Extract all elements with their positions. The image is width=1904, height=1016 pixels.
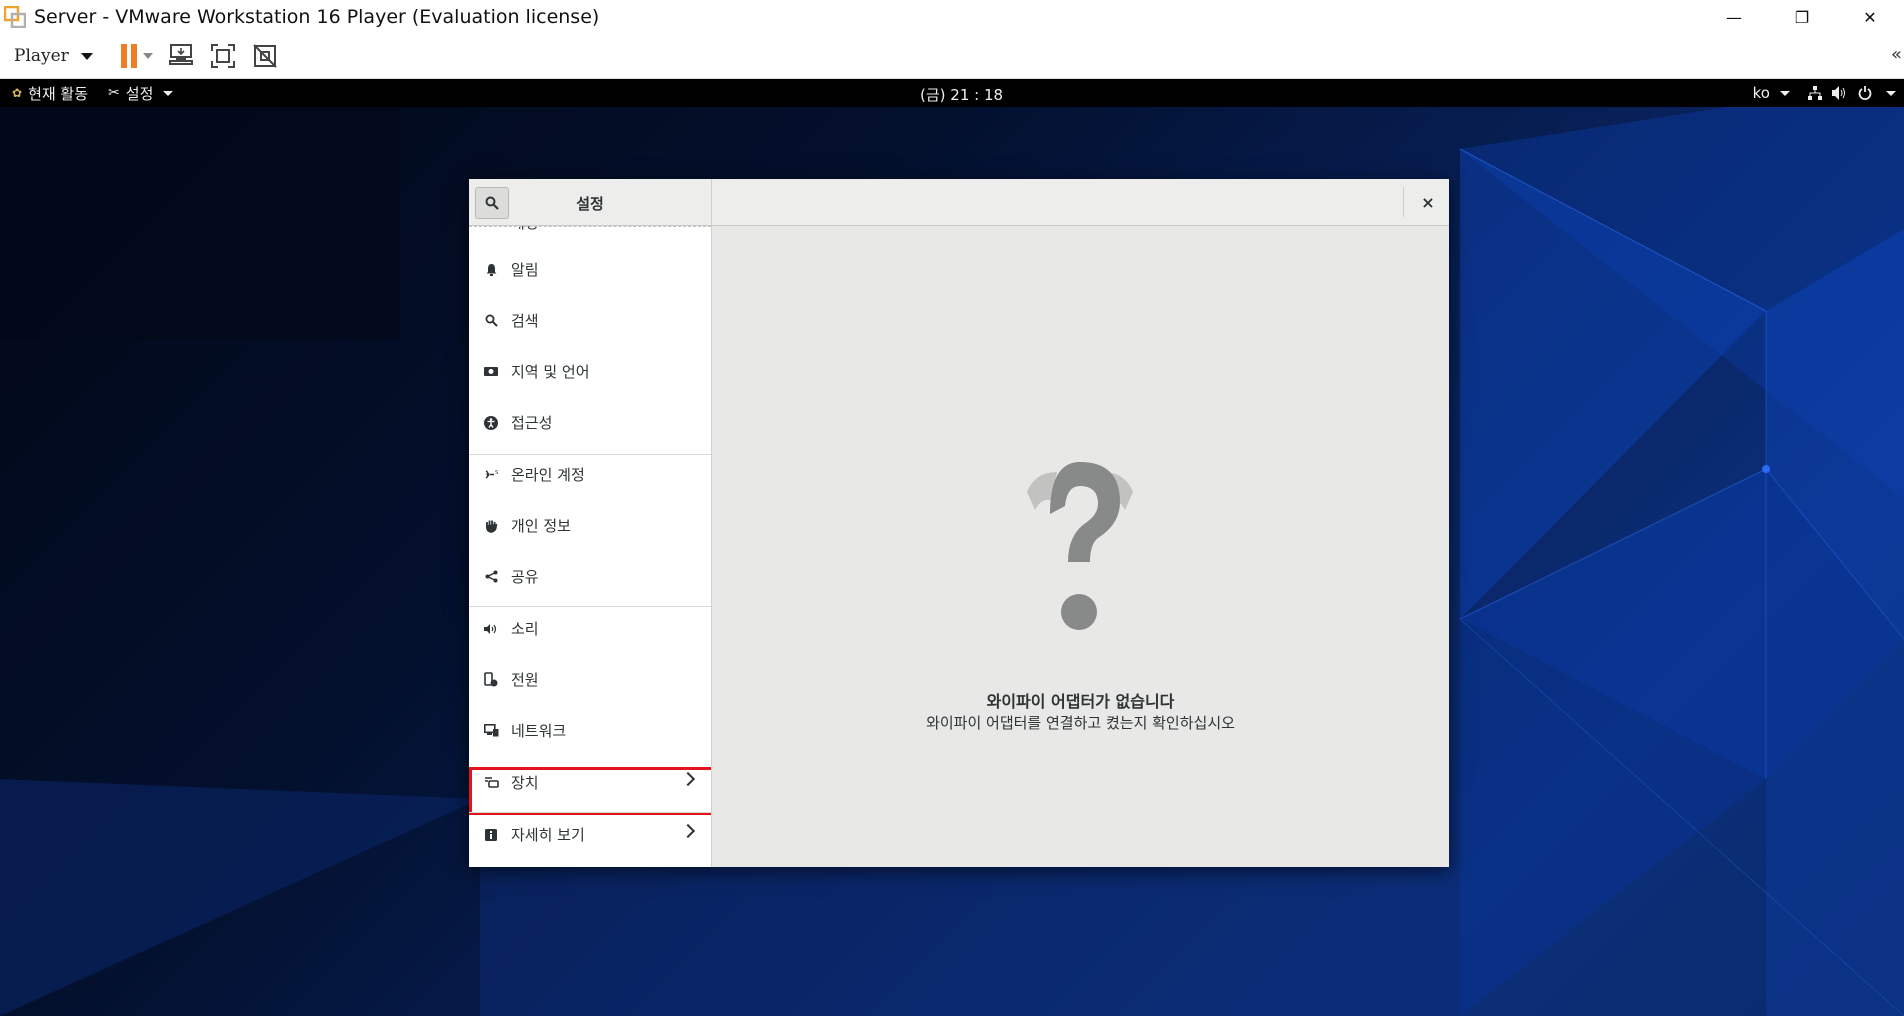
sidebar-item-sound[interactable]: 소리 [469,603,711,654]
region-icon [483,364,499,380]
collapse-toolbar-icon[interactable]: « [1891,44,1902,65]
host-toolbar: Player « [0,34,1904,79]
sidebar-item-label: 검색 [511,312,539,330]
sidebar-item-label: 전원 [511,671,539,689]
language-label: ko [1752,84,1770,102]
gnome-top-bar: ✿ 현재 활동 ✂ 설정 (금) 21 : 18 ko [0,79,1904,107]
settings-window: 설정 × ▭ 배경 알림 검색 지역 및 언어 [469,179,1449,867]
sidebar-item-online-accounts[interactable]: S 온라인 계정 [469,449,711,500]
settings-main-panel: 와이파이 어댑터가 없습니다 와이파이 어댑터를 연결하고 켰는지 확인하십시오 [712,226,1449,867]
send-ctrl-alt-del-button[interactable] [167,42,195,70]
host-window-title: Server - VMware Workstation 16 Player (E… [34,6,600,28]
scroll-edge-indicator [469,226,711,227]
settings-close-button[interactable]: × [1413,187,1443,217]
accessibility-icon [483,415,499,431]
language-menu[interactable]: ko [1753,84,1790,102]
minimize-button[interactable]: — [1700,0,1768,34]
header-separator [711,179,712,225]
online-accounts-icon: S [483,467,499,483]
full-screen-icon [210,44,235,68]
privacy-icon [483,518,499,534]
sidebar-item-label: 접근성 [511,414,553,432]
chevron-down-icon [142,53,153,59]
sidebar-item-notifications[interactable]: 알림 [469,244,711,295]
sidebar-item-sharing[interactable]: 공유 [469,551,711,602]
sidebar-item-accessibility[interactable]: 접근성 [469,397,711,448]
settings-sidebar[interactable]: ▭ 배경 알림 검색 지역 및 언어 접근성 S [469,226,712,867]
activities-label: 현재 활동 [28,84,89,103]
guest-desktop: ✿ 현재 활동 ✂ 설정 (금) 21 : 18 ko 설정 × 알림 검색 지… [0,79,1904,1016]
chevron-right-icon [680,823,696,839]
sidebar-item-region[interactable]: 지역 및 언어 [469,346,711,397]
bell-icon [483,262,499,278]
share-icon [483,569,499,585]
activities-button[interactable]: ✿ 현재 활동 [12,83,88,104]
settings-header: 설정 × [469,179,1449,226]
app-menu-button[interactable]: ✂ 설정 [108,83,174,104]
close-window-button[interactable]: ✕ [1836,0,1904,34]
empty-state-title: 와이파이 어댑터가 없습니다 [986,692,1175,711]
pause-button[interactable] [119,42,153,70]
sidebar-item-label: 알림 [511,261,539,279]
app-menu-label: 설정 [125,84,154,103]
chevron-down-icon [1780,90,1790,96]
svg-text:S: S [495,470,498,476]
system-menu[interactable] [1808,86,1896,100]
sidebar-item-label: 네트워크 [511,722,567,740]
sidebar-item-privacy[interactable]: 개인 정보 [469,500,711,551]
tools-icon: ✂ [108,85,120,101]
unity-button[interactable] [251,42,279,70]
pause-icon [119,44,139,68]
send-ctrl-alt-del-icon [168,44,193,65]
power-icon [483,672,499,688]
sidebar-item-network[interactable]: 네트워크 [469,705,711,756]
host-titlebar: Server - VMware Workstation 16 Player (E… [0,0,1904,34]
network-icon [1808,86,1822,100]
clock[interactable]: (금) 21 : 18 [920,84,1003,105]
sidebar-item-label: 자세히 보기 [511,826,585,844]
sidebar-item-search[interactable]: 검색 [469,295,711,346]
sidebar-item-label: 공유 [511,568,539,586]
sidebar-item-label: 소리 [511,620,539,638]
activities-icon: ✿ [12,86,23,100]
close-separator [1403,187,1404,217]
volume-icon [1832,86,1845,100]
power-icon [1858,86,1872,100]
settings-title: 설정 [576,195,604,213]
unity-icon [253,44,277,68]
highlight-box [469,767,711,815]
sidebar-item-details[interactable]: 자세히 보기 [469,809,711,860]
sidebar-item-power[interactable]: 전원 [469,654,711,705]
network-icon [483,723,499,739]
sound-icon [483,621,499,637]
sidebar-item-label: 지역 및 언어 [511,363,590,381]
chevron-down-icon [80,52,93,60]
vmware-logo-icon [3,5,27,29]
info-icon [483,827,499,843]
player-menu-label: Player [14,46,69,66]
chevron-down-icon [163,90,174,96]
search-icon [483,313,499,329]
sidebar-item-label: 온라인 계정 [511,466,585,484]
window-controls: — ❐ ✕ [1700,0,1904,34]
question-mark-icon [1027,462,1133,630]
restore-button[interactable]: ❐ [1768,0,1836,34]
chevron-down-icon [1886,90,1896,96]
sidebar-item-label: 개인 정보 [511,517,571,535]
full-screen-button[interactable] [209,42,237,70]
player-menu-button[interactable]: Player [14,46,93,66]
empty-state-subtitle: 와이파이 어댑터를 연결하고 켰는지 확인하십시오 [926,714,1235,732]
